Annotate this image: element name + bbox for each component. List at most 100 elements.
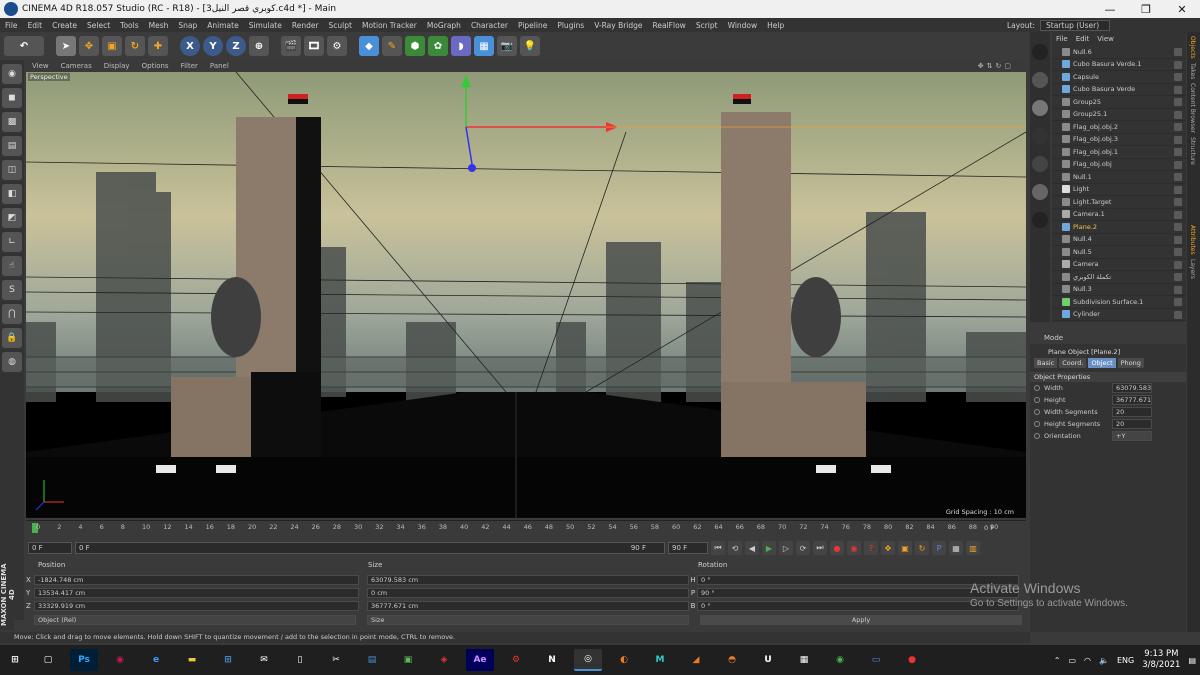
tab-content-browser[interactable]: Content Browser [1189,83,1196,133]
magnet-icon[interactable]: ⋂ [2,304,22,324]
z-axis-button[interactable]: Z [226,36,246,56]
material-ball-7[interactable] [1032,212,1048,228]
end-frame-field[interactable]: 90 F [668,542,708,554]
menu-edit[interactable]: Edit [23,21,48,30]
visibility-toggle-icon[interactable] [1174,248,1182,256]
deformer-icon[interactable]: ◗ [451,36,471,56]
tray-language[interactable]: ENG [1117,656,1134,665]
app-gray-icon[interactable]: ▦ [790,649,818,671]
size-x-field[interactable]: 63079.583 cm [367,574,689,585]
object-row[interactable]: Cubo Basura Verde.1 [1052,59,1186,71]
width-segments-field[interactable]: 20 [1112,407,1152,417]
move-tool-icon[interactable]: ✥ [79,36,99,56]
size-z-field[interactable]: 36777.671 cm [367,600,689,611]
visibility-toggle-icon[interactable] [1174,135,1182,144]
menu-animate[interactable]: Animate [202,21,243,30]
visibility-toggle-icon[interactable] [1174,235,1182,244]
subdivision-icon[interactable]: ⬢ [405,36,425,56]
visibility-toggle-icon[interactable] [1174,160,1182,169]
menu-select[interactable]: Select [82,21,115,30]
menu-script[interactable]: Script [691,21,723,30]
object-row[interactable]: Light [1052,184,1186,196]
render-settings-icon[interactable]: ⚙ [327,36,347,56]
app-orange-icon[interactable]: ◢ [682,649,710,671]
visibility-toggle-icon[interactable] [1174,60,1182,69]
visibility-toggle-icon[interactable] [1174,73,1182,81]
object-row[interactable]: Camera [1052,259,1186,271]
solo-icon[interactable]: ◍ [2,352,22,372]
autokey-icon[interactable]: ◉ [847,541,861,555]
maximize-button[interactable]: ❐ [1128,3,1164,16]
make-editable-icon[interactable]: ◉ [2,64,22,84]
current-frame-field[interactable]: 0 F [28,542,72,554]
store-icon[interactable]: ⊞ [214,649,242,671]
attr-tab-phong[interactable]: Phong [1117,358,1144,368]
object-row[interactable]: Null.4 [1052,234,1186,246]
attr-tab-basic[interactable]: Basic [1034,358,1058,368]
menu-motion-tracker[interactable]: Motion Tracker [357,21,422,30]
floor-icon[interactable]: ▦ [474,36,494,56]
render-view-icon[interactable]: 🎬 [281,36,301,56]
timeline-ruler[interactable]: 0 F 0 2 4 6 8 10 12 14 16 18 20 22 24 26 28 30 32 34 36 38 4… [26,520,1026,538]
viewport-menu-panel[interactable]: Panel [204,62,235,70]
menu-pipeline[interactable]: Pipeline [513,21,552,30]
visibility-toggle-icon[interactable] [1174,223,1182,231]
goto-end-icon[interactable]: ⏭ [813,541,827,555]
menu-help[interactable]: Help [762,21,789,30]
video-editor-icon[interactable]: ▤ [358,649,386,671]
camera-icon[interactable]: 📷 [497,36,517,56]
next-key-icon[interactable]: ⟳ [796,541,810,555]
cinema4d-taskbar-icon[interactable]: ◎ [574,649,602,671]
viewport-nav-icons[interactable]: ✥⇅↻▢ [972,62,1020,70]
app-red-icon[interactable]: ◈ [430,649,458,671]
tab-layers[interactable]: Layers [1189,259,1196,279]
viewport[interactable]: Perspective Grid Spacing : 10 cm [26,72,1026,518]
tray-network-icon[interactable]: ◠ [1084,656,1091,665]
next-frame-icon[interactable]: ▷ [779,541,793,555]
visibility-toggle-icon[interactable] [1174,185,1182,194]
menu-tools[interactable]: Tools [115,21,143,30]
play-icon[interactable]: ▶ [762,541,776,555]
apply-button[interactable]: Apply [700,614,1022,625]
scale-tool-icon[interactable]: ▣ [102,36,122,56]
prev-key-icon[interactable]: ⟲ [728,541,742,555]
tab-structure[interactable]: Structure [1189,137,1196,165]
unreal-icon[interactable]: U [754,649,782,671]
timeline-layout-icon[interactable]: ▥ [966,541,980,555]
render-picture-viewer-icon[interactable]: 🎞 [304,36,324,56]
remote-desktop-icon[interactable]: ▭ [862,649,890,671]
size-mode-select[interactable]: Size [367,614,689,625]
nero-icon[interactable]: N [538,649,566,671]
object-row[interactable]: Cubo Basura Verde [1052,84,1186,96]
add-object-icon[interactable]: ✚ [148,36,168,56]
edges-mode-icon[interactable]: ◧ [2,184,22,204]
chrome-icon[interactable]: ◉ [826,649,854,671]
mail-icon[interactable]: ✉ [250,649,278,671]
cube-icon[interactable]: ◆ [359,36,379,56]
menu-mesh[interactable]: Mesh [144,21,174,30]
key-param-icon[interactable]: P [932,541,946,555]
edge-icon[interactable]: e [142,649,170,671]
menu-character[interactable]: Character [466,21,513,30]
material-ball-2[interactable] [1032,72,1048,88]
x-axis-button[interactable]: X [180,36,200,56]
visibility-toggle-icon[interactable] [1174,98,1182,106]
goto-start-icon[interactable]: ⏮ [711,541,725,555]
y-axis-button[interactable]: Y [203,36,223,56]
screen-recorder-icon[interactable]: ● [898,649,926,671]
lock-workplane-icon[interactable]: 🔒 [2,328,22,348]
menu-create[interactable]: Create [47,21,82,30]
object-row[interactable]: Null.3 [1052,284,1186,296]
key-scale-icon[interactable]: ▣ [898,541,912,555]
obj-menu-edit[interactable]: Edit [1072,35,1094,43]
photoshop-icon[interactable]: Ps [70,649,98,671]
attr-mode-menu[interactable]: Mode [1030,332,1186,344]
material-ball-4[interactable] [1032,128,1048,144]
menu-plugins[interactable]: Plugins [552,21,589,30]
visibility-toggle-icon[interactable] [1174,285,1182,294]
tray-battery-icon[interactable]: ▭ [1068,656,1076,665]
notes-icon[interactable]: ▯ [286,649,314,671]
texture-mode-icon[interactable]: ▩ [2,112,22,132]
redshift-icon[interactable]: ⚙ [502,649,530,671]
capcut-icon[interactable]: ✂ [322,649,350,671]
